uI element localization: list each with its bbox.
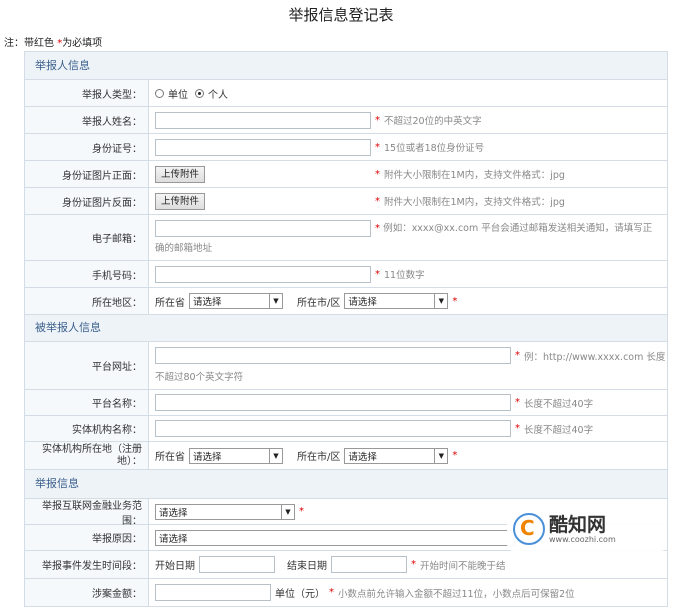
start-date-label: 开始日期 xyxy=(155,561,195,572)
chevron-down-icon: ▼ xyxy=(269,448,282,463)
phone-hint: 11位数字 xyxy=(384,270,425,281)
chevron-down-icon: ▼ xyxy=(434,448,447,463)
report-reason-label: 举报原因： xyxy=(25,525,149,550)
upload-back-hint: 附件大小限制在1M内，支持文件格式：jpg xyxy=(384,197,565,208)
note-suffix: 为必填项 xyxy=(62,38,103,49)
chevron-down-icon: ▼ xyxy=(281,504,294,519)
upload-front-button[interactable]: 上传附件 xyxy=(155,165,206,183)
watermark-url: www.coozhi.com xyxy=(549,534,616,544)
end-date-label: 结束日期 xyxy=(287,561,327,572)
section-reporter: 举报人信息 xyxy=(24,52,668,80)
end-date-input[interactable] xyxy=(331,556,407,573)
reporter-name-input[interactable] xyxy=(155,111,371,129)
business-scope-value: 请选择 xyxy=(159,507,188,519)
reporter-name-label: 举报人姓名： xyxy=(25,107,149,133)
upload-back-button[interactable]: 上传附件 xyxy=(155,192,206,210)
chevron-down-icon: ▼ xyxy=(434,294,447,308)
platform-url-hint: 例：http://www.xxxx.com 长度 xyxy=(524,351,666,363)
entity-city-select-value: 请选择 xyxy=(348,451,377,463)
id-back-label: 身份证图片反面： xyxy=(25,188,149,214)
platform-name-hint: 长度不超过40字 xyxy=(524,398,594,410)
chevron-down-icon: ▼ xyxy=(269,294,282,308)
id-number-label: 身份证号： xyxy=(25,134,149,160)
province-select-value: 请选择 xyxy=(193,297,222,308)
province-label: 所在省 xyxy=(155,297,185,309)
business-scope-select[interactable]: 请选择 ▼ xyxy=(155,503,295,520)
event-period-hint: 开始时间不能晚于结 xyxy=(420,560,506,572)
entity-city-label: 所在市/区 xyxy=(297,452,341,463)
amount-hint: 小数点前允许输入金额不超过11位，小数点后可保留2位 xyxy=(338,588,575,600)
row-id-front: 身份证图片正面： 上传附件 * 附件大小限制在1M内，支持文件格式：jpg xyxy=(24,161,668,188)
radio-individual[interactable] xyxy=(195,88,204,98)
reporter-name-hint: 不超过20位的中英文字 xyxy=(384,116,482,127)
city-label: 所在市/区 xyxy=(297,297,341,309)
id-number-hint: 15位或者18位身份证号 xyxy=(384,143,485,154)
section-reported: 被举报人信息 xyxy=(24,315,668,342)
entity-province-label: 所在省 xyxy=(155,452,185,463)
radio-individual-label: 个人 xyxy=(208,89,228,101)
entity-province-select[interactable]: 请选择 ▼ xyxy=(189,447,283,464)
city-select[interactable]: 请选择 ▼ xyxy=(344,293,449,309)
start-date-input[interactable] xyxy=(199,556,275,573)
entity-name-hint: 长度不超过40字 xyxy=(524,424,594,436)
row-reporter-name: 举报人姓名： * 不超过20位的中英文字 xyxy=(24,107,668,134)
email-hint-line1: 例如：xxxx@xx.com 平台会通过邮箱发送相关通知，请填写正 xyxy=(383,223,653,234)
entity-city-select[interactable]: 请选择 ▼ xyxy=(344,447,449,464)
row-event-period: 举报事件发生时间段： 开始日期 结束日期 * 开始时间不能晚于结 xyxy=(24,551,668,579)
amount-label: 涉案金额： xyxy=(25,579,149,606)
section-report: 举报信息 xyxy=(24,470,668,499)
province-select[interactable]: 请选择 ▼ xyxy=(189,293,283,309)
row-entity-name: 实体机构名称： * 长度不超过40字 xyxy=(24,416,668,442)
row-reporter-type: 举报人类型： 单位 个人 xyxy=(24,80,668,107)
entity-name-label: 实体机构名称： xyxy=(25,416,149,441)
watermark-name: 酷知网 xyxy=(549,513,607,536)
city-select-value: 请选择 xyxy=(348,297,377,308)
platform-url-input[interactable] xyxy=(155,347,511,364)
phone-label: 手机号码： xyxy=(25,261,149,287)
note-prefix: 注：带红色 xyxy=(4,38,58,49)
row-region: 所在地区： 所在省 请选择 ▼ 所在市/区 请选择 ▼ * xyxy=(24,288,668,315)
watermark: 酷知网 www.coozhi.com xyxy=(507,507,667,551)
entity-region-label: 实体机构所在地（注册地）： xyxy=(25,442,149,469)
email-label: 电子邮箱： xyxy=(25,215,149,260)
amount-unit: 单位（元） xyxy=(275,589,325,600)
coozhi-logo-icon xyxy=(513,513,545,545)
row-entity-region: 实体机构所在地（注册地）： 所在省 请选择 ▼ 所在市/区 请选择 ▼ * xyxy=(24,442,668,470)
id-number-input[interactable] xyxy=(155,138,371,156)
radio-unit-label: 单位 xyxy=(168,89,188,101)
required-note: 注：带红色 *为必填项 xyxy=(4,34,102,49)
report-reason-select[interactable]: 请选择 xyxy=(155,529,515,546)
row-platform-url: 平台网址： * 例：http://www.xxxx.com 长度 不超过80个英文… xyxy=(24,342,668,390)
event-period-label: 举报事件发生时间段： xyxy=(25,551,149,578)
row-platform-name: 平台名称： * 长度不超过40字 xyxy=(24,390,668,416)
region-label: 所在地区： xyxy=(25,288,149,314)
row-email: 电子邮箱： * 例如：xxxx@xx.com 平台会通过邮箱发送相关通知，请填写… xyxy=(24,215,668,261)
upload-front-hint: 附件大小限制在1M内，支持文件格式：jpg xyxy=(384,170,565,181)
id-front-label: 身份证图片正面： xyxy=(25,161,149,187)
page-title: 举报信息登记表 xyxy=(288,6,394,24)
platform-url-label: 平台网址： xyxy=(25,342,149,389)
amount-input[interactable] xyxy=(155,584,271,601)
platform-url-hint-line2: 不超过80个英文字符 xyxy=(155,372,244,383)
row-amount: 涉案金额： 单位（元） * 小数点前允许输入金额不超过11位，小数点后可保留2位 xyxy=(24,579,668,607)
platform-name-label: 平台名称： xyxy=(25,390,149,415)
email-hint-line2: 确的邮箱地址 xyxy=(155,243,213,254)
row-phone: 手机号码： * 11位数字 xyxy=(24,261,668,288)
row-id-number: 身份证号： * 15位或者18位身份证号 xyxy=(24,134,668,161)
phone-input[interactable] xyxy=(155,265,371,283)
reporter-type-label: 举报人类型： xyxy=(25,80,149,106)
platform-name-input[interactable] xyxy=(155,394,511,411)
business-scope-label: 举报互联网金融业务范围： xyxy=(25,499,149,527)
row-id-back: 身份证图片反面： 上传附件 * 附件大小限制在1M内，支持文件格式：jpg xyxy=(24,188,668,215)
radio-unit[interactable] xyxy=(155,88,164,98)
entity-name-input[interactable] xyxy=(155,420,511,437)
entity-province-select-value: 请选择 xyxy=(193,451,222,463)
report-reason-value: 请选择 xyxy=(159,533,188,545)
